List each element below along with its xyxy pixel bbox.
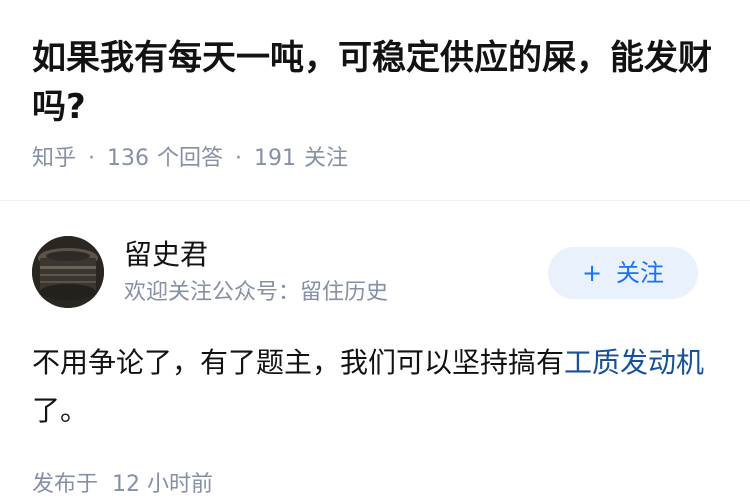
- avatar[interactable]: [32, 236, 104, 308]
- author-name[interactable]: 留史君: [124, 236, 208, 274]
- question-title[interactable]: 如果我有每天一吨，可稳定供应的屎，能发财吗?: [32, 34, 722, 132]
- time-value: 12 小时前: [112, 472, 214, 497]
- site-name[interactable]: 知乎: [32, 146, 76, 171]
- section-divider: [0, 200, 750, 201]
- answer-timestamp: 发布于 12 小时前: [32, 469, 213, 501]
- author-bio: 欢迎关注公众号：留住历史: [124, 280, 389, 305]
- answer-text: 不用争论了，有了题主，我们可以坚持搞有: [32, 346, 565, 379]
- answer-link[interactable]: 工质发动机: [564, 346, 704, 379]
- answer-count: 136: [107, 146, 150, 171]
- answer-text-end: 了。: [32, 394, 89, 427]
- follower-count: 191: [254, 146, 297, 171]
- plus-icon: +: [581, 259, 603, 287]
- question-meta: 知乎 · 136 个回答 · 191 关注: [32, 143, 348, 175]
- follower-count-label: 关注: [304, 146, 349, 171]
- follow-button-label: 关注: [616, 259, 665, 287]
- meta-separator: ·: [88, 146, 96, 171]
- avatar-image-icon: [32, 236, 104, 308]
- answer-content: 不用争论了，有了题主，我们可以坚持搞有工质发动机了。: [32, 339, 722, 435]
- meta-separator: ·: [235, 146, 243, 171]
- follow-button[interactable]: + 关注: [548, 247, 698, 299]
- time-prefix: 发布于: [32, 472, 99, 497]
- answer-count-label: 个回答: [157, 146, 224, 171]
